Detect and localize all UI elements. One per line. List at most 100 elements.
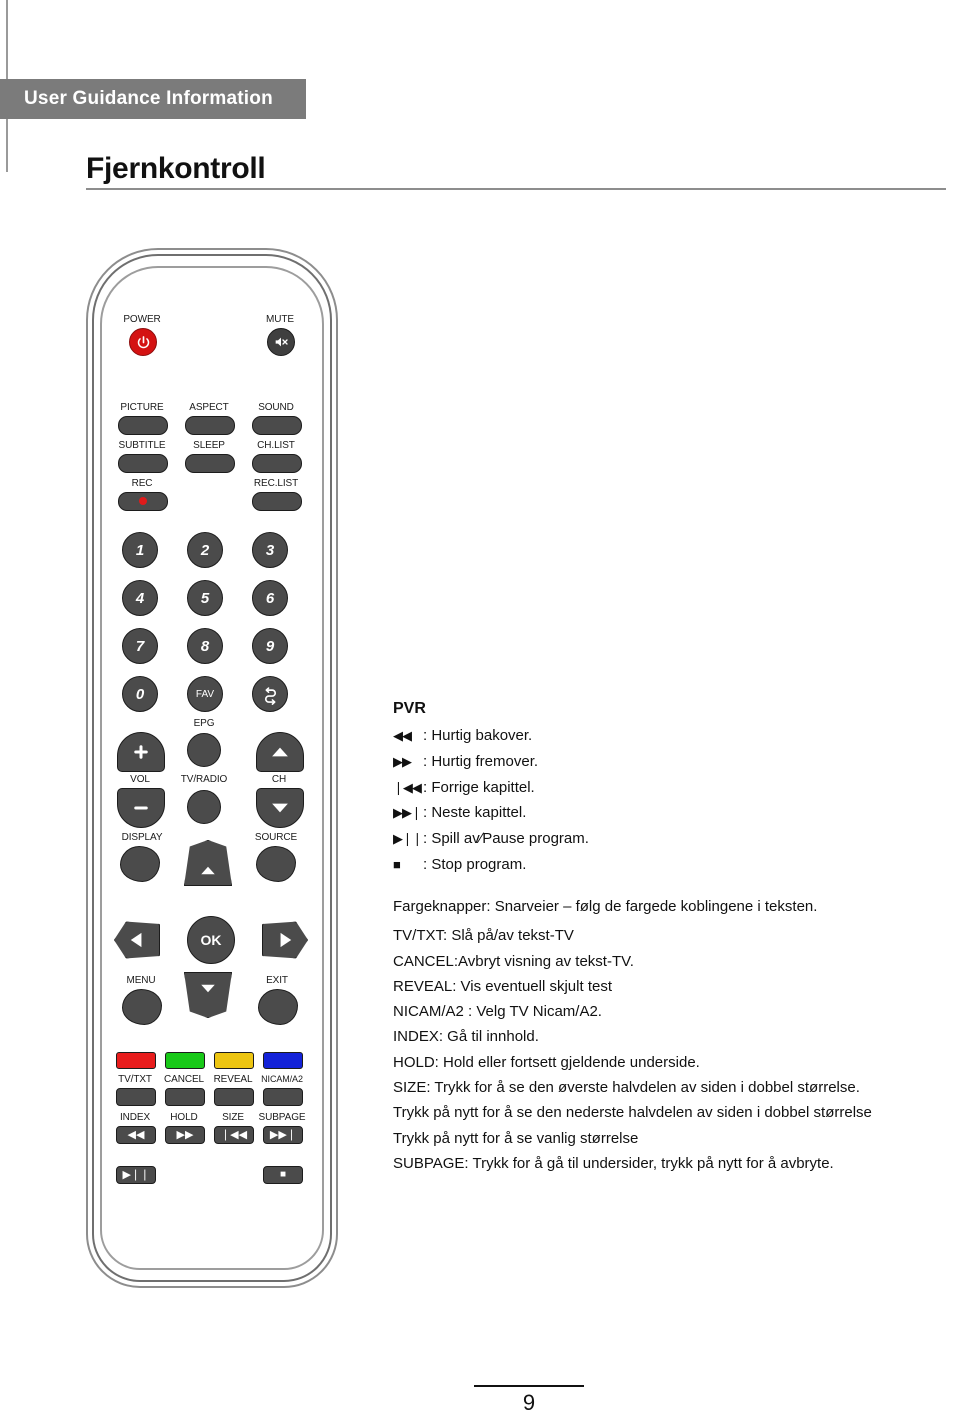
nav-left-button[interactable]	[114, 921, 160, 959]
arrow-up-icon	[201, 866, 215, 874]
key-1[interactable]: 1	[122, 532, 158, 568]
key-2[interactable]: 2	[187, 532, 223, 568]
description-line: TV/TXT: Slå på/av tekst-TV	[393, 927, 574, 945]
pvr-row-text: : Hurtig bakover.	[423, 727, 533, 744]
color-button-blue[interactable]	[263, 1052, 303, 1069]
key-9[interactable]: 9	[252, 628, 288, 664]
rec-label: REC	[131, 478, 153, 489]
arrow-down-icon	[201, 984, 215, 992]
pvr-row: ❘◀◀ : Forrige kapittel.	[393, 779, 723, 798]
key-4[interactable]: 4	[122, 580, 158, 616]
volume-down-button[interactable]	[117, 788, 165, 828]
arrow-right-icon	[280, 932, 292, 948]
pvr-row-text: : Neste kapittel.	[423, 804, 527, 822]
sound-button[interactable]	[252, 416, 302, 435]
source-button[interactable]	[256, 846, 296, 882]
sound-label: SOUND	[258, 402, 294, 413]
ch-label: CH	[271, 774, 287, 785]
reclist-label: REC.LIST	[253, 478, 299, 489]
color-button-green[interactable]	[165, 1052, 205, 1069]
pvr-row-text: : Spill av∕Pause program.	[423, 830, 589, 847]
play-pause-icon: ▶❘❘	[393, 831, 423, 846]
rec-button[interactable]	[118, 492, 168, 511]
epg-button[interactable]	[187, 733, 221, 767]
description-line: Trykk på nytt for å se den nederste halv…	[393, 1104, 872, 1122]
sleep-button[interactable]	[185, 454, 235, 473]
ok-button[interactable]: OK	[187, 916, 235, 964]
color-button-yellow[interactable]	[214, 1052, 254, 1069]
description-line: CANCEL:Avbryt visning av tekst-TV.	[393, 952, 634, 970]
nav-right-button[interactable]	[262, 921, 308, 959]
recall-button[interactable]	[252, 676, 288, 712]
power-icon	[137, 335, 149, 348]
mute-button[interactable]	[267, 328, 295, 356]
rec-list-button[interactable]	[252, 492, 302, 511]
description-line: SIZE: Trykk for å se den øverste halvdel…	[393, 1079, 860, 1097]
description-line: Trykk på nytt for å se vanlig størrelse	[393, 1129, 639, 1147]
display-button[interactable]	[120, 846, 160, 882]
nav-up-button[interactable]	[184, 840, 232, 886]
hold-forward-button[interactable]: ▶▶	[165, 1126, 205, 1144]
aspect-button[interactable]	[185, 416, 235, 435]
pvr-row: ▶▶ : Hurtig fremover.	[393, 753, 723, 772]
epg-label: EPG	[193, 718, 215, 729]
chevron-up-icon	[272, 747, 288, 757]
sleep-label: SLEEP	[193, 440, 225, 451]
description-line: SUBPAGE: Trykk for å gå til undersider, …	[393, 1154, 834, 1172]
nav-down-button[interactable]	[184, 972, 232, 1018]
display-label: DISPLAY	[121, 832, 163, 843]
exit-button[interactable]	[258, 989, 298, 1025]
teletext-description: Fargeknapper: Snarveier – følg de farged…	[393, 896, 913, 1178]
menu-button[interactable]	[122, 989, 162, 1025]
nicam-a2-button[interactable]	[263, 1088, 303, 1106]
subtitle-button[interactable]	[118, 454, 168, 473]
chlist-label: CH.LIST	[257, 440, 295, 451]
page-number: 9	[522, 1390, 536, 1415]
ch-list-button[interactable]	[252, 454, 302, 473]
key-0[interactable]: 0	[122, 676, 158, 712]
source-label: SOURCE	[254, 832, 298, 843]
size-prev-button[interactable]: ❘◀◀	[214, 1126, 254, 1144]
remote-control-illustration: POWER MUTE PICTURE ASPECT SOUND SUBTITLE…	[86, 240, 338, 1288]
fast-forward-icon: ▶▶	[393, 753, 412, 769]
channel-up-button[interactable]	[256, 732, 304, 772]
pvr-row-text: : Forrige kapittel.	[423, 778, 535, 796]
description-line: Fargeknapper: Snarveier – følg de farged…	[393, 898, 818, 915]
picture-button[interactable]	[118, 416, 168, 435]
play-pause-button[interactable]: ▶❘❘	[116, 1166, 156, 1184]
pvr-row-text: : Stop program.	[423, 855, 527, 873]
pvr-row: ◀◀ : Hurtig bakover.	[393, 727, 723, 746]
key-5[interactable]: 5	[187, 580, 223, 616]
description-line: REVEAL: Vis eventuell skjult test	[393, 977, 612, 995]
key-3[interactable]: 3	[252, 532, 288, 568]
pvr-heading: PVR	[393, 700, 426, 717]
key-8[interactable]: 8	[187, 628, 223, 664]
vol-label: VOL	[130, 774, 150, 785]
power-button[interactable]	[129, 328, 157, 356]
volume-up-button[interactable]	[117, 732, 165, 772]
color-button-red[interactable]	[116, 1052, 156, 1069]
reveal-button[interactable]	[214, 1088, 254, 1106]
key-7[interactable]: 7	[122, 628, 158, 664]
next-chapter-icon: ▶▶❘	[393, 805, 422, 821]
fav-button[interactable]: FAV	[187, 676, 223, 712]
footer-rule	[474, 1385, 584, 1387]
channel-down-button[interactable]	[256, 788, 304, 828]
tv-txt-button[interactable]	[116, 1088, 156, 1106]
power-label: POWER	[123, 314, 161, 325]
index-rewind-button[interactable]: ◀◀	[116, 1126, 156, 1144]
pvr-row: ■ : Stop program.	[393, 856, 723, 875]
remote-faceplate: POWER MUTE PICTURE ASPECT SOUND SUBTITLE…	[104, 270, 318, 1262]
mute-speaker-icon	[275, 337, 288, 347]
recall-swap-icon	[264, 686, 276, 705]
stop-button[interactable]: ■	[263, 1166, 303, 1184]
tvradio-label: TV/RADIO	[180, 774, 228, 785]
tv-radio-button[interactable]	[187, 790, 221, 824]
subpage-next-button[interactable]: ▶▶❘	[263, 1126, 303, 1144]
key-6[interactable]: 6	[252, 580, 288, 616]
document-page: User Guidance Information Fjernkontroll …	[0, 0, 960, 1421]
plus-icon	[134, 745, 148, 759]
cancel-button[interactable]	[165, 1088, 205, 1106]
minus-icon	[134, 806, 148, 810]
pvr-row-text: : Hurtig fremover.	[423, 752, 539, 770]
